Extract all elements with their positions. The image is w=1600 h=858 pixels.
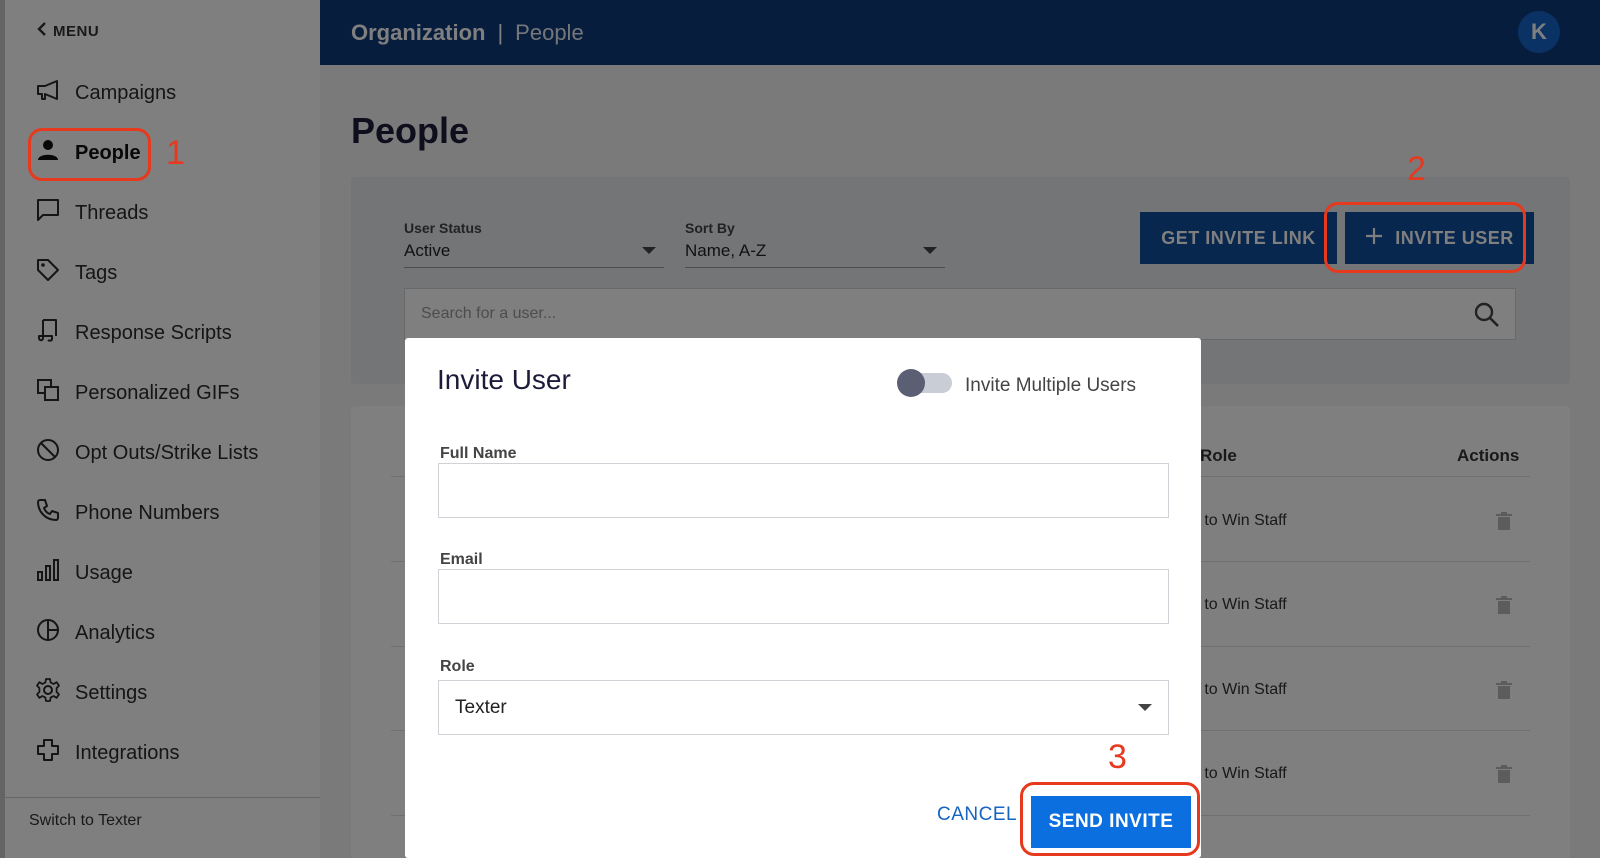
email-field[interactable] [438,569,1169,624]
annotation-step-3: 3 [1108,738,1127,776]
full-name-field[interactable] [438,463,1169,518]
annotation-step-2: 2 [1407,150,1426,188]
caret-down-icon [1138,704,1152,711]
toggle-knob [897,369,925,397]
modal-title: Invite User [437,364,571,395]
invite-user-modal: Invite User Invite Multiple Users Full N… [405,338,1201,858]
cancel-button[interactable]: CANCEL [937,804,1017,826]
full-name-label: Full Name [440,445,517,462]
annotation-step-1: 1 [166,134,185,172]
invite-multiple-users-toggle[interactable] [897,369,952,397]
role-select[interactable]: Texter [438,680,1169,735]
annotation-highlight-send-invite [1020,782,1200,856]
role-value: Texter [455,696,507,718]
invite-multiple-users-label: Invite Multiple Users [965,375,1137,396]
annotation-highlight-people [28,128,151,181]
email-label: Email [440,551,483,568]
annotation-highlight-invite-user [1324,202,1526,273]
role-label: Role [440,658,475,675]
